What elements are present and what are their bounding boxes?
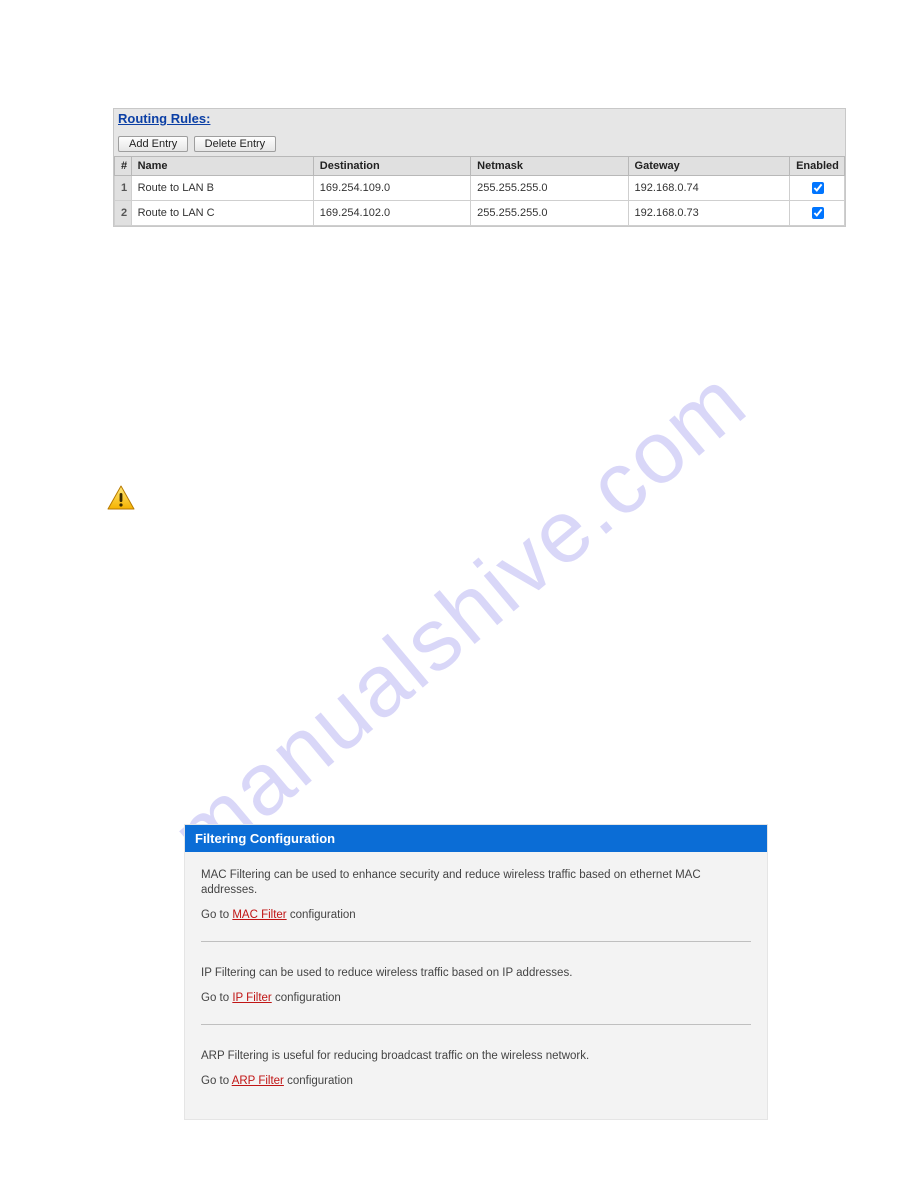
col-name: Name — [131, 157, 313, 176]
row-enabled-cell — [790, 201, 845, 226]
warning-icon — [107, 485, 135, 511]
mac-filter-desc: MAC Filtering can be used to enhance sec… — [201, 868, 751, 898]
row-idx: 2 — [115, 201, 132, 226]
ip-filter-link-line: Go to IP Filter configuration — [201, 991, 751, 1006]
divider — [201, 941, 751, 942]
mac-filter-link-line: Go to MAC Filter configuration — [201, 908, 751, 923]
table-row[interactable]: 2 Route to LAN C 169.254.102.0 255.255.2… — [115, 201, 845, 226]
table-row[interactable]: 1 Route to LAN B 169.254.109.0 255.255.2… — [115, 176, 845, 201]
arp-filter-link[interactable]: ARP Filter — [232, 1075, 284, 1087]
arp-prefix: Go to — [201, 1075, 232, 1087]
col-idx: # — [115, 157, 132, 176]
row-idx: 1 — [115, 176, 132, 201]
col-gw: Gateway — [628, 157, 790, 176]
ip-suffix: configuration — [272, 992, 341, 1004]
ip-filter-section: IP Filtering can be used to reduce wirel… — [201, 966, 751, 1025]
mac-filter-section: MAC Filtering can be used to enhance sec… — [201, 868, 751, 942]
routing-rules-panel: Routing Rules: Add Entry Delete Entry # … — [113, 108, 846, 227]
routing-button-row: Add Entry Delete Entry — [114, 136, 845, 156]
warning-row — [107, 485, 135, 511]
ip-filter-desc: IP Filtering can be used to reduce wirel… — [201, 966, 751, 981]
filtering-config-panel: Filtering Configuration MAC Filtering ca… — [184, 824, 768, 1120]
enabled-checkbox[interactable] — [812, 207, 824, 219]
mac-filter-link[interactable]: MAC Filter — [232, 909, 286, 921]
row-mask: 255.255.255.0 — [471, 201, 628, 226]
row-enabled-cell — [790, 176, 845, 201]
mac-prefix: Go to — [201, 909, 232, 921]
watermark-text: manualshive.com — [152, 349, 765, 887]
row-dest: 169.254.109.0 — [313, 176, 470, 201]
table-header-row: # Name Destination Netmask Gateway Enabl… — [115, 157, 845, 176]
routing-rules-title: Routing Rules: — [114, 109, 216, 136]
filtering-header: Filtering Configuration — [185, 825, 767, 852]
row-gw: 192.168.0.73 — [628, 201, 790, 226]
row-name: Route to LAN C — [131, 201, 313, 226]
col-mask: Netmask — [471, 157, 628, 176]
col-enabled: Enabled — [790, 157, 845, 176]
arp-suffix: configuration — [284, 1075, 353, 1087]
add-entry-button[interactable]: Add Entry — [118, 136, 188, 152]
row-name: Route to LAN B — [131, 176, 313, 201]
filtering-body: MAC Filtering can be used to enhance sec… — [185, 852, 767, 1119]
ip-prefix: Go to — [201, 992, 232, 1004]
row-gw: 192.168.0.74 — [628, 176, 790, 201]
row-mask: 255.255.255.0 — [471, 176, 628, 201]
divider — [201, 1024, 751, 1025]
arp-filter-link-line: Go to ARP Filter configuration — [201, 1074, 751, 1089]
arp-filter-desc: ARP Filtering is useful for reducing bro… — [201, 1049, 751, 1064]
arp-filter-section: ARP Filtering is useful for reducing bro… — [201, 1049, 751, 1089]
ip-filter-link[interactable]: IP Filter — [232, 992, 271, 1004]
enabled-checkbox[interactable] — [812, 182, 824, 194]
routing-table: # Name Destination Netmask Gateway Enabl… — [114, 156, 845, 226]
col-dest: Destination — [313, 157, 470, 176]
mac-suffix: configuration — [287, 909, 356, 921]
delete-entry-button[interactable]: Delete Entry — [194, 136, 277, 152]
row-dest: 169.254.102.0 — [313, 201, 470, 226]
